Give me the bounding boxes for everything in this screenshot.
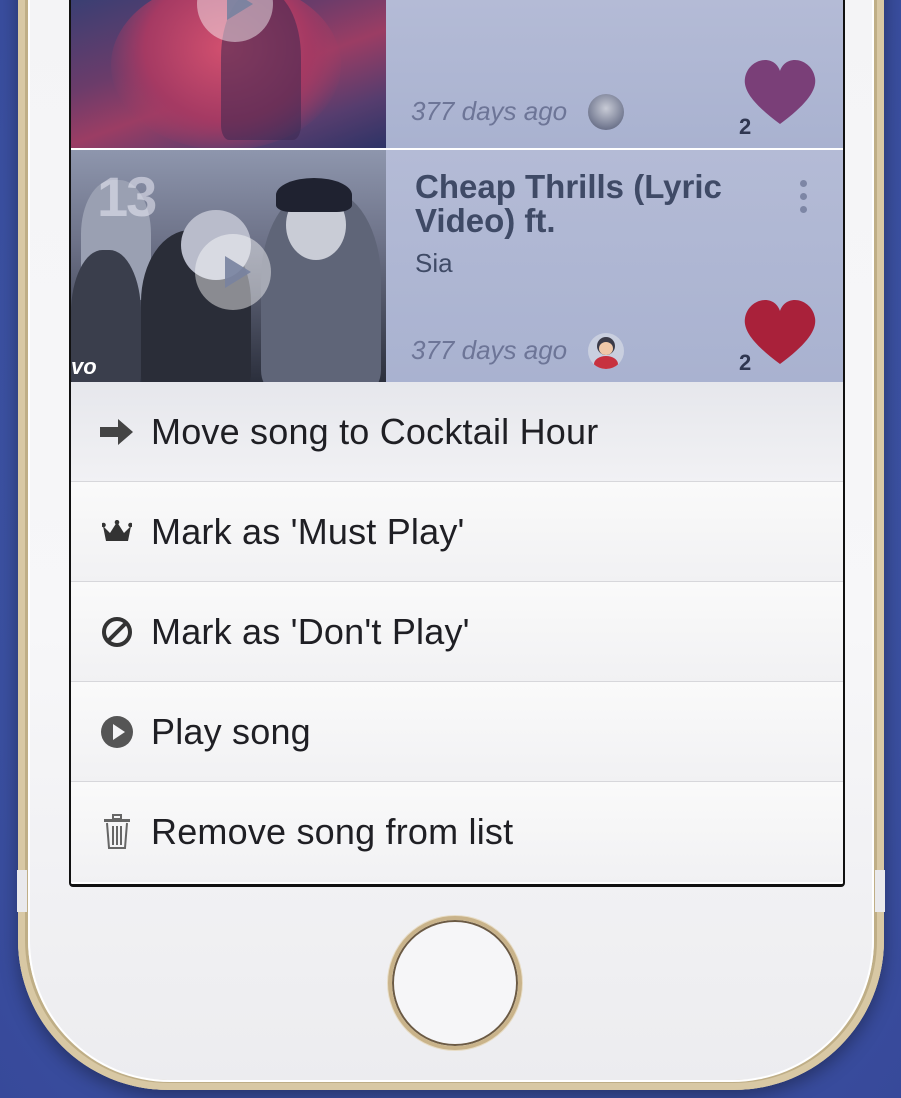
- phone-screen: 377 days ago 2 13 vo Cheap Thrills (Lyri…: [69, 0, 845, 887]
- like-count: 2: [739, 114, 752, 139]
- menu-item-label: Remove song from list: [151, 811, 514, 852]
- home-button[interactable]: [388, 916, 522, 1050]
- antenna-band-right: [875, 870, 885, 912]
- heart-icon[interactable]: [743, 300, 817, 366]
- menu-item-label: Mark as 'Don't Play': [151, 610, 470, 652]
- crown-icon: [97, 512, 137, 552]
- avatar: [588, 333, 624, 369]
- menu-item-dont-play[interactable]: Mark as 'Don't Play': [71, 582, 843, 682]
- ban-icon: [97, 612, 137, 652]
- song-age: 377 days ago: [411, 335, 568, 365]
- menu-item-remove-song[interactable]: Remove song from list: [71, 782, 843, 882]
- thumbnail-art: [276, 178, 352, 212]
- menu-item-must-play[interactable]: Mark as 'Must Play': [71, 482, 843, 582]
- menu-item-label: Play song: [151, 710, 311, 752]
- song-thumbnail[interactable]: [71, 0, 386, 148]
- song-age: 377 days ago: [411, 96, 568, 126]
- thumbnail-logo: vo: [71, 354, 97, 379]
- song-thumbnail[interactable]: 13 vo: [71, 150, 386, 382]
- menu-item-label: Move song to Cocktail Hour: [151, 410, 599, 452]
- song-row[interactable]: 377 days ago 2: [71, 0, 843, 148]
- like-count: 2: [739, 350, 752, 375]
- menu-item-play-song[interactable]: Play song: [71, 682, 843, 782]
- thumbnail-number: 13: [97, 165, 157, 228]
- arrow-right-icon: [97, 412, 137, 452]
- song-artist: Sia: [415, 248, 453, 278]
- song-title: Cheap Thrills (Lyric Video) ft.: [415, 168, 722, 239]
- play-icon[interactable]: [195, 234, 271, 310]
- menu-item-label: Mark as 'Must Play': [151, 510, 465, 552]
- play-circle-icon: [97, 712, 137, 752]
- song-row[interactable]: 13 vo Cheap Thrills (Lyric Video) ft. Si…: [71, 150, 843, 382]
- antenna-band-left: [17, 870, 27, 912]
- more-options-icon[interactable]: [800, 180, 808, 219]
- avatar: [588, 94, 624, 130]
- trash-icon: [97, 812, 137, 852]
- menu-item-move-song[interactable]: Move song to Cocktail Hour: [71, 382, 843, 482]
- heart-icon[interactable]: [743, 60, 817, 126]
- song-action-menu: Move song to Cocktail Hour Mark as 'Must…: [71, 382, 843, 882]
